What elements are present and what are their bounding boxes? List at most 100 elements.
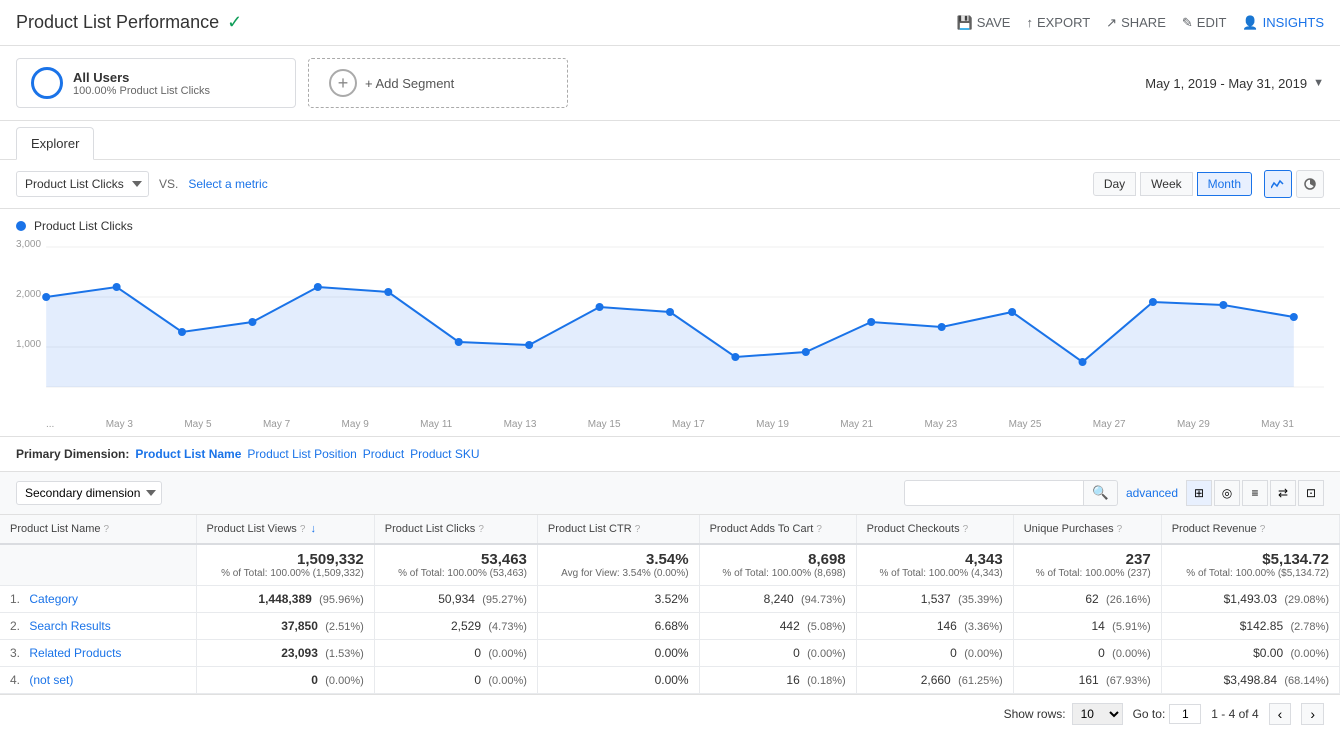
- dim-product[interactable]: Product: [363, 447, 404, 461]
- insights-button[interactable]: 👤 INSIGHTS: [1242, 15, 1324, 31]
- chart-dot: [455, 338, 463, 346]
- line-chart-button[interactable]: [1264, 170, 1292, 198]
- advanced-link[interactable]: advanced: [1126, 486, 1178, 500]
- row-name-cell: 4. (not set): [0, 667, 196, 694]
- x-label-may13: May 13: [504, 419, 537, 430]
- dim-product-sku[interactable]: Product SKU: [410, 447, 479, 461]
- pie-view-button[interactable]: ◎: [1214, 480, 1240, 506]
- search-input[interactable]: [904, 480, 1084, 506]
- prev-page-button[interactable]: ‹: [1269, 703, 1292, 725]
- tab-explorer[interactable]: Explorer: [16, 127, 94, 160]
- row-checkouts-pct: (35.39%): [958, 594, 1003, 606]
- row-views-cell: 23,093 (1.53%): [196, 640, 374, 667]
- chart-container: 3,000 2,000 1,000: [16, 237, 1324, 417]
- month-button[interactable]: Month: [1197, 172, 1252, 196]
- row-adds-cell: 442 (5.08%): [699, 613, 856, 640]
- search-button[interactable]: 🔍: [1084, 480, 1118, 506]
- col-product-adds-to-cart[interactable]: Product Adds To Cart ?: [699, 515, 856, 544]
- col-product-list-clicks[interactable]: Product List Clicks ?: [374, 515, 537, 544]
- row-revenue-main: $0.00: [1253, 646, 1283, 660]
- row-adds-cell: 16 (0.18%): [699, 667, 856, 694]
- export-button[interactable]: ↑ EXPORT: [1026, 15, 1090, 30]
- week-button[interactable]: Week: [1140, 172, 1192, 196]
- row-checkouts-cell: 0 (0.00%): [856, 640, 1013, 667]
- col-help-icon-0[interactable]: ?: [104, 524, 110, 535]
- y-label-2000: 2,000: [16, 289, 41, 300]
- segment-info: All Users 100.00% Product List Clicks: [73, 70, 210, 97]
- select-metric-link[interactable]: Select a metric: [188, 177, 267, 191]
- row-number: 1.: [10, 592, 20, 606]
- row-purchases-pct: (26.16%): [1106, 594, 1151, 606]
- row-purchases-main: 14: [1091, 619, 1104, 633]
- col-help-icon-2[interactable]: ?: [478, 524, 484, 535]
- time-and-chart-controls: Day Week Month: [1093, 170, 1324, 198]
- totals-views-sub: % of Total: 100.00% (1,509,332): [207, 568, 364, 579]
- totals-ctr-main: 3.54%: [548, 551, 689, 568]
- add-segment-button[interactable]: + + Add Segment: [308, 58, 568, 108]
- col-help-icon-1[interactable]: ?: [300, 524, 306, 535]
- date-range-selector[interactable]: May 1, 2019 - May 31, 2019 ▼: [1145, 76, 1324, 91]
- add-icon: +: [329, 69, 357, 97]
- x-label-may29: May 29: [1177, 419, 1210, 430]
- col-help-icon-7[interactable]: ?: [1260, 524, 1266, 535]
- goto-input[interactable]: [1169, 704, 1201, 724]
- col-unique-purchases[interactable]: Unique Purchases ?: [1013, 515, 1161, 544]
- x-label-may11: May 11: [420, 419, 452, 430]
- chart-dot: [1078, 358, 1086, 366]
- secondary-dimension-select[interactable]: Secondary dimension: [16, 481, 162, 505]
- primary-dimension-bar: Primary Dimension: Product List Name Pro…: [0, 437, 1340, 472]
- row-ctr: 0.00%: [655, 646, 689, 660]
- header-left: Product List Performance ✓: [16, 12, 242, 33]
- col-help-icon-4[interactable]: ?: [816, 524, 822, 535]
- metric-select[interactable]: Product List Clicks: [16, 171, 149, 197]
- row-revenue-pct: (68.14%): [1284, 675, 1329, 687]
- col-product-revenue[interactable]: Product Revenue ?: [1161, 515, 1339, 544]
- grid-view-button[interactable]: ⊞: [1186, 480, 1212, 506]
- dim-product-list-position[interactable]: Product List Position: [247, 447, 356, 461]
- view-toggle-buttons: ⊞ ◎ ≡ ⇄ ⊡: [1186, 480, 1324, 506]
- row-views-pct: (0.00%): [325, 675, 364, 687]
- col-help-icon-3[interactable]: ?: [635, 524, 641, 535]
- x-label-may3: May 3: [106, 419, 133, 430]
- x-label-may15: May 15: [588, 419, 621, 430]
- totals-ctr: 3.54% Avg for View: 3.54% (0.00%): [537, 544, 699, 586]
- row-checkouts-cell: 1,537 (35.39%): [856, 586, 1013, 613]
- totals-clicks: 53,463 % of Total: 100.00% (53,463): [374, 544, 537, 586]
- row-views-pct: (1.53%): [325, 648, 364, 660]
- all-users-segment[interactable]: All Users 100.00% Product List Clicks: [16, 58, 296, 108]
- col-product-list-ctr[interactable]: Product List CTR ?: [537, 515, 699, 544]
- show-rows-control: Show rows: 10 25 50 100: [1004, 703, 1123, 725]
- edit-button[interactable]: ✎ EDIT: [1182, 15, 1227, 31]
- row-views-pct: (2.51%): [325, 621, 364, 633]
- save-button[interactable]: 💾 SAVE: [957, 15, 1011, 31]
- totals-ctr-sub: Avg for View: 3.54% (0.00%): [548, 568, 689, 579]
- metric-controls: Product List Clicks VS. Select a metric …: [0, 160, 1340, 209]
- row-name-link[interactable]: Related Products: [29, 646, 121, 660]
- row-name-link[interactable]: (not set): [29, 673, 73, 687]
- rows-per-page-select[interactable]: 10 25 50 100: [1072, 703, 1123, 725]
- dim-product-list-name[interactable]: Product List Name: [135, 447, 241, 461]
- col-help-icon-5[interactable]: ?: [963, 524, 969, 535]
- row-name-link[interactable]: Category: [29, 592, 78, 606]
- compare-view-button[interactable]: ⇄: [1270, 480, 1296, 506]
- add-segment-label: + Add Segment: [365, 76, 454, 91]
- row-clicks-cell: 2,529 (4.73%): [374, 613, 537, 640]
- col-product-checkouts[interactable]: Product Checkouts ?: [856, 515, 1013, 544]
- share-button[interactable]: ↗ SHARE: [1106, 15, 1166, 31]
- col-product-list-views[interactable]: Product List Views ? ↓: [196, 515, 374, 544]
- row-adds-cell: 8,240 (94.73%): [699, 586, 856, 613]
- row-adds-pct: (5.08%): [807, 621, 846, 633]
- page-title: Product List Performance: [16, 12, 219, 33]
- bar-view-button[interactable]: ≡: [1242, 480, 1268, 506]
- col-help-icon-6[interactable]: ?: [1117, 524, 1123, 535]
- totals-checkouts-sub: % of Total: 100.00% (4,343): [867, 568, 1003, 579]
- row-number: 2.: [10, 619, 20, 633]
- next-page-button[interactable]: ›: [1301, 703, 1324, 725]
- totals-revenue: $5,134.72 % of Total: 100.00% ($5,134.72…: [1161, 544, 1339, 586]
- pivot-view-button[interactable]: ⊡: [1298, 480, 1324, 506]
- row-name-link[interactable]: Search Results: [29, 619, 110, 633]
- row-purchases-pct: (5.91%): [1112, 621, 1151, 633]
- day-button[interactable]: Day: [1093, 172, 1136, 196]
- row-revenue-cell: $1,493.03 (29.08%): [1161, 586, 1339, 613]
- pie-chart-button[interactable]: [1296, 170, 1324, 198]
